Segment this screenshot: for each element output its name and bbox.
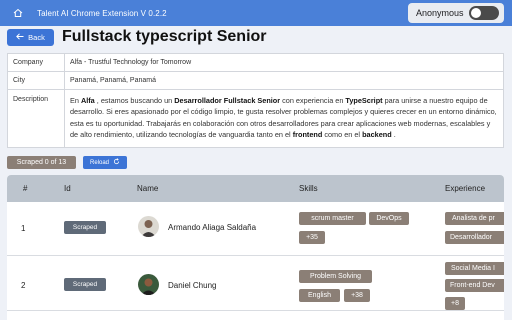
page-title: Fullstack typescript Senior (62, 28, 267, 45)
header-experience: Experience (445, 184, 486, 193)
anonymous-label: Anonymous (416, 8, 464, 18)
description-label: Description (13, 96, 49, 103)
city-label: City (13, 77, 26, 84)
experience-chip: Analista de pr (445, 212, 504, 225)
experience-chip: Social Media I (445, 262, 504, 275)
status-badge: Scraped (64, 221, 106, 234)
more-skills-chip[interactable]: +38 (344, 289, 370, 302)
header-skills: Skills (299, 184, 318, 193)
reload-button[interactable]: Reload (83, 156, 127, 169)
candidate-name[interactable]: Armando Aliaga Saldaña (168, 223, 256, 232)
job-info-table: Company Alfa - Trustful Technology for T… (7, 53, 504, 148)
refresh-icon (113, 158, 120, 167)
back-label: Back (28, 33, 45, 42)
scraped-count-button[interactable]: Scraped 0 of 13 (7, 156, 76, 169)
experience-chip: Front-end Dev (445, 279, 504, 292)
description-row: Description En Alfa , estamos buscando u… (8, 90, 503, 149)
company-label: Company (13, 59, 43, 66)
row-number: 1 (21, 224, 26, 233)
company-value: Alfa - Trustful Technology for Tomorrow (70, 59, 192, 66)
skill-chip: English (299, 289, 340, 302)
top-bar: Talent AI Chrome Extension V 0.2.2 Anony… (0, 0, 512, 26)
table-row[interactable]: 1 Scraped Armando Aliaga Saldaña scrum m… (7, 202, 504, 256)
experience-chip: Desarrollador (445, 231, 504, 244)
back-button[interactable]: Back (7, 29, 54, 46)
skill-chip: Problem Solving (299, 270, 372, 283)
company-row: Company Alfa - Trustful Technology for T… (8, 54, 503, 72)
anonymous-toggle-container: Anonymous (408, 3, 504, 23)
skill-chip: DevOps (369, 212, 409, 225)
avatar (138, 274, 159, 295)
anonymous-toggle[interactable] (469, 6, 499, 20)
candidate-name[interactable]: Daniel Chung (168, 281, 216, 290)
description-value: En Alfa , estamos buscando un Desarrolla… (70, 96, 497, 139)
reload-label: Reload (89, 159, 109, 166)
header-num: # (23, 184, 28, 193)
table-header: # Id Name Skills Experience (7, 175, 504, 202)
candidates-table: # Id Name Skills Experience 1 Scraped Ar… (7, 175, 504, 320)
more-skills-chip[interactable]: +35 (299, 231, 325, 244)
more-experience-chip[interactable]: +8 (445, 297, 465, 310)
toggle-knob (471, 8, 481, 18)
home-icon[interactable] (12, 7, 24, 19)
status-badge: Scraped (64, 278, 106, 291)
skill-chip: scrum master (299, 212, 366, 225)
app-title: Talent AI Chrome Extension V 0.2.2 (37, 8, 167, 18)
header-name: Name (137, 184, 159, 193)
arrow-left-icon (16, 33, 24, 42)
table-row[interactable]: 2 Scraped Daniel Chung Problem Solving E… (7, 257, 504, 311)
avatar (138, 216, 159, 237)
row-number: 2 (21, 281, 26, 290)
header-id: Id (64, 184, 71, 193)
city-row: City Panamá, Panamá, Panamá (8, 72, 503, 90)
city-value: Panamá, Panamá, Panamá (70, 77, 156, 84)
